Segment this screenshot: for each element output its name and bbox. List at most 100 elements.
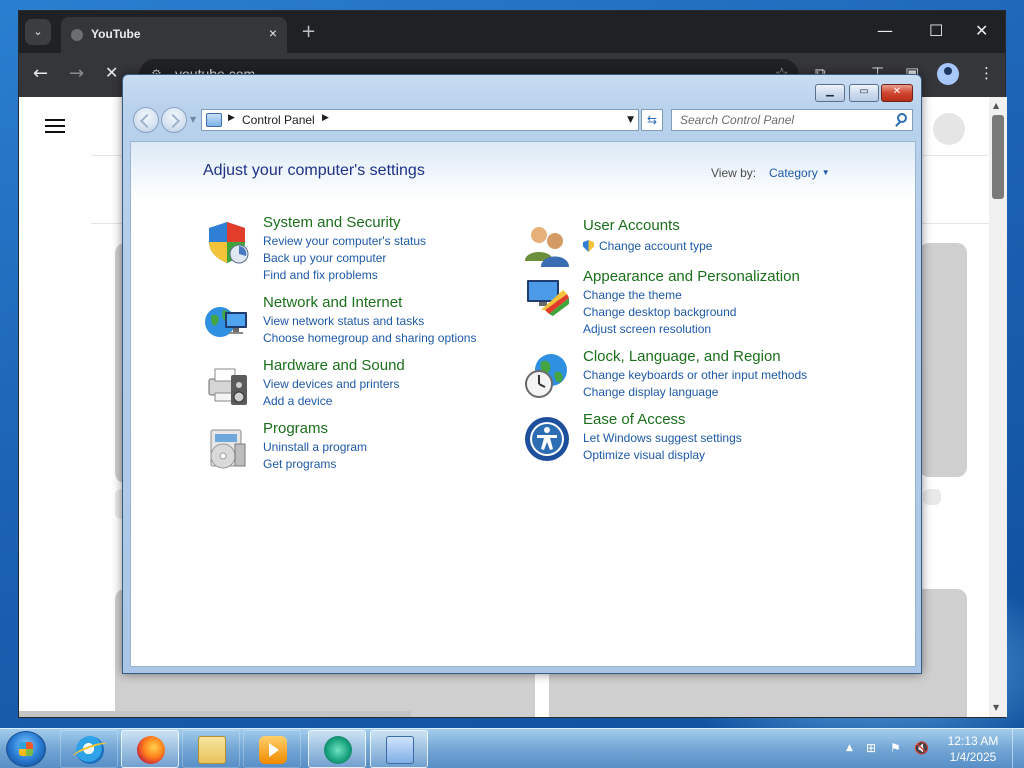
task-link[interactable]: Let Windows suggest settings <box>583 431 742 445</box>
programs-disc-icon <box>210 429 246 469</box>
taskbar-windows-explorer[interactable] <box>182 730 240 768</box>
youtube-favicon-icon <box>71 29 83 41</box>
clock-date: 1/4/2025 <box>949 750 997 764</box>
page-title: Adjust your computer's settings <box>203 162 425 179</box>
address-dropdown-icon[interactable]: ▼ <box>627 115 634 125</box>
category-title[interactable]: Programs <box>263 420 328 437</box>
firefox-icon <box>137 736 165 764</box>
view-by-value: Category <box>769 166 818 180</box>
recent-pages-dropdown-icon[interactable]: ▼ <box>190 115 196 124</box>
ease-of-access-icon <box>525 417 569 461</box>
breadcrumb-control-panel[interactable]: Control Panel <box>242 113 315 127</box>
browser-maximize-button[interactable]: ☐ <box>929 21 943 40</box>
browser-menu-icon[interactable]: ⋮ <box>979 64 994 82</box>
internet-explorer-icon <box>76 736 104 764</box>
volume-muted-icon[interactable]: 🔇 <box>914 741 929 755</box>
taskbar-firefox[interactable] <box>121 730 179 768</box>
start-button[interactable] <box>6 731 46 767</box>
category-title[interactable]: Appearance and Personalization <box>583 268 800 285</box>
back-button[interactable]: ← <box>33 63 48 84</box>
tab-close-button[interactable]: × <box>269 25 277 41</box>
network-icon[interactable]: ⊞ <box>866 741 876 755</box>
clock-globe-icon <box>525 354 567 398</box>
users-icon <box>525 227 569 267</box>
view-by-label: View by: <box>711 166 757 180</box>
category-title[interactable]: Ease of Access <box>583 411 686 428</box>
taskbar-control-panel[interactable] <box>370 730 428 768</box>
new-tab-button[interactable]: + <box>301 21 316 42</box>
breadcrumb-separator-icon[interactable]: ▶ <box>228 113 235 123</box>
cp-minimize-button[interactable]: ▁ <box>815 84 845 102</box>
refresh-button[interactable]: ⇆ <box>641 109 663 131</box>
taskbar-app-green[interactable] <box>308 730 366 768</box>
task-link[interactable]: View network status and tasks <box>263 314 424 328</box>
stop-loading-button[interactable]: ✕ <box>105 63 118 82</box>
task-link[interactable]: Choose homegroup and sharing options <box>263 331 476 345</box>
browser-tab-bar: ⌄ YouTube × + — ☐ ✕ <box>19 11 1005 53</box>
task-link[interactable]: Find and fix problems <box>263 268 378 282</box>
category-ease-of-access: Ease of Access Let Windows suggest setti… <box>523 411 883 465</box>
browser-minimize-button[interactable]: — <box>877 21 893 40</box>
tab-search-button[interactable]: ⌄ <box>25 19 51 45</box>
taskbar-internet-explorer[interactable] <box>60 730 118 768</box>
category-clock-language-and-region: Clock, Language, and Region Change keybo… <box>523 348 883 402</box>
task-link[interactable]: Add a device <box>263 394 332 408</box>
action-center-flag-icon[interactable]: ⚑ <box>890 741 901 755</box>
category-title[interactable]: User Accounts <box>583 217 680 234</box>
show-hidden-icons-icon[interactable]: ▲ <box>846 743 853 753</box>
youtube-avatar-placeholder <box>933 113 965 145</box>
breadcrumb-separator-icon[interactable]: ▶ <box>322 113 329 123</box>
category-network-and-internet: Network and Internet View network status… <box>203 294 503 348</box>
task-link[interactable]: Back up your computer <box>263 251 386 265</box>
taskbar-media-player[interactable] <box>243 730 301 768</box>
cp-maximize-button[interactable]: ▭ <box>849 84 879 102</box>
scroll-down-arrow-icon[interactable]: ▼ <box>993 703 999 712</box>
task-link[interactable]: Get programs <box>263 457 336 471</box>
show-desktop-button[interactable] <box>1012 729 1024 768</box>
category-title[interactable]: Network and Internet <box>263 294 402 311</box>
task-link[interactable]: Change desktop background <box>583 305 736 319</box>
green-app-icon <box>324 736 352 764</box>
page-scrollbar[interactable]: ▲ ▼ <box>989 97 1007 717</box>
control-panel-icon <box>386 736 414 764</box>
view-by-dropdown[interactable]: Category ▼ <box>769 166 830 180</box>
control-panel-window: ▁ ▭ ✕ ▼ ▶ Control Panel ▶ ▼ ⇆ Search Con… <box>122 74 922 674</box>
search-icon[interactable] <box>897 113 907 123</box>
address-bar[interactable]: ▶ Control Panel ▶ ▼ <box>201 109 639 131</box>
category-title[interactable]: Clock, Language, and Region <box>583 348 781 365</box>
task-link[interactable]: View devices and printers <box>263 377 400 391</box>
task-link[interactable]: Change the theme <box>583 288 682 302</box>
scrollbar-thumb[interactable] <box>992 115 1004 199</box>
category-appearance-and-personalization: Appearance and Personalization Change th… <box>523 268 883 338</box>
forward-button[interactable]: → <box>69 63 84 84</box>
task-link[interactable]: Change display language <box>583 385 718 399</box>
task-link[interactable]: Optimize visual display <box>583 448 705 462</box>
category-title[interactable]: Hardware and Sound <box>263 357 405 374</box>
loading-placeholder <box>923 489 941 505</box>
cp-close-button[interactable]: ✕ <box>881 84 913 102</box>
back-button[interactable] <box>133 107 159 133</box>
task-link[interactable]: Review your computer's status <box>263 234 426 248</box>
scroll-up-arrow-icon[interactable]: ▲ <box>993 101 999 110</box>
task-link[interactable]: Uninstall a program <box>263 440 367 454</box>
task-link-change-account-type[interactable]: Change account type <box>583 239 712 253</box>
printer-speaker-icon <box>208 368 247 405</box>
chevron-down-icon: ▼ <box>821 168 830 177</box>
task-link[interactable]: Adjust screen resolution <box>583 322 711 336</box>
search-input[interactable]: Search Control Panel <box>671 109 913 131</box>
control-panel-icon <box>206 113 222 127</box>
category-user-accounts: User Accounts Change account type <box>523 217 883 267</box>
category-title[interactable]: System and Security <box>263 214 401 231</box>
forward-button[interactable] <box>161 107 187 133</box>
youtube-menu-icon[interactable] <box>45 119 65 133</box>
browser-tab-title: YouTube <box>91 27 141 41</box>
system-clock[interactable]: 12:13 AM 1/4/2025 <box>938 733 1008 765</box>
profile-avatar-icon[interactable] <box>937 63 959 85</box>
browser-close-button[interactable]: ✕ <box>975 21 988 40</box>
taskbar: ▲ ⊞ ⚑ 🔇 12:13 AM 1/4/2025 <box>0 728 1024 768</box>
horizontal-scrollbar-thumb[interactable] <box>19 711 411 717</box>
category-system-and-security: System and Security Review your computer… <box>203 214 503 284</box>
folder-icon <box>198 736 226 764</box>
task-link[interactable]: Change keyboards or other input methods <box>583 368 807 382</box>
browser-tab-youtube[interactable]: YouTube × <box>61 17 287 53</box>
